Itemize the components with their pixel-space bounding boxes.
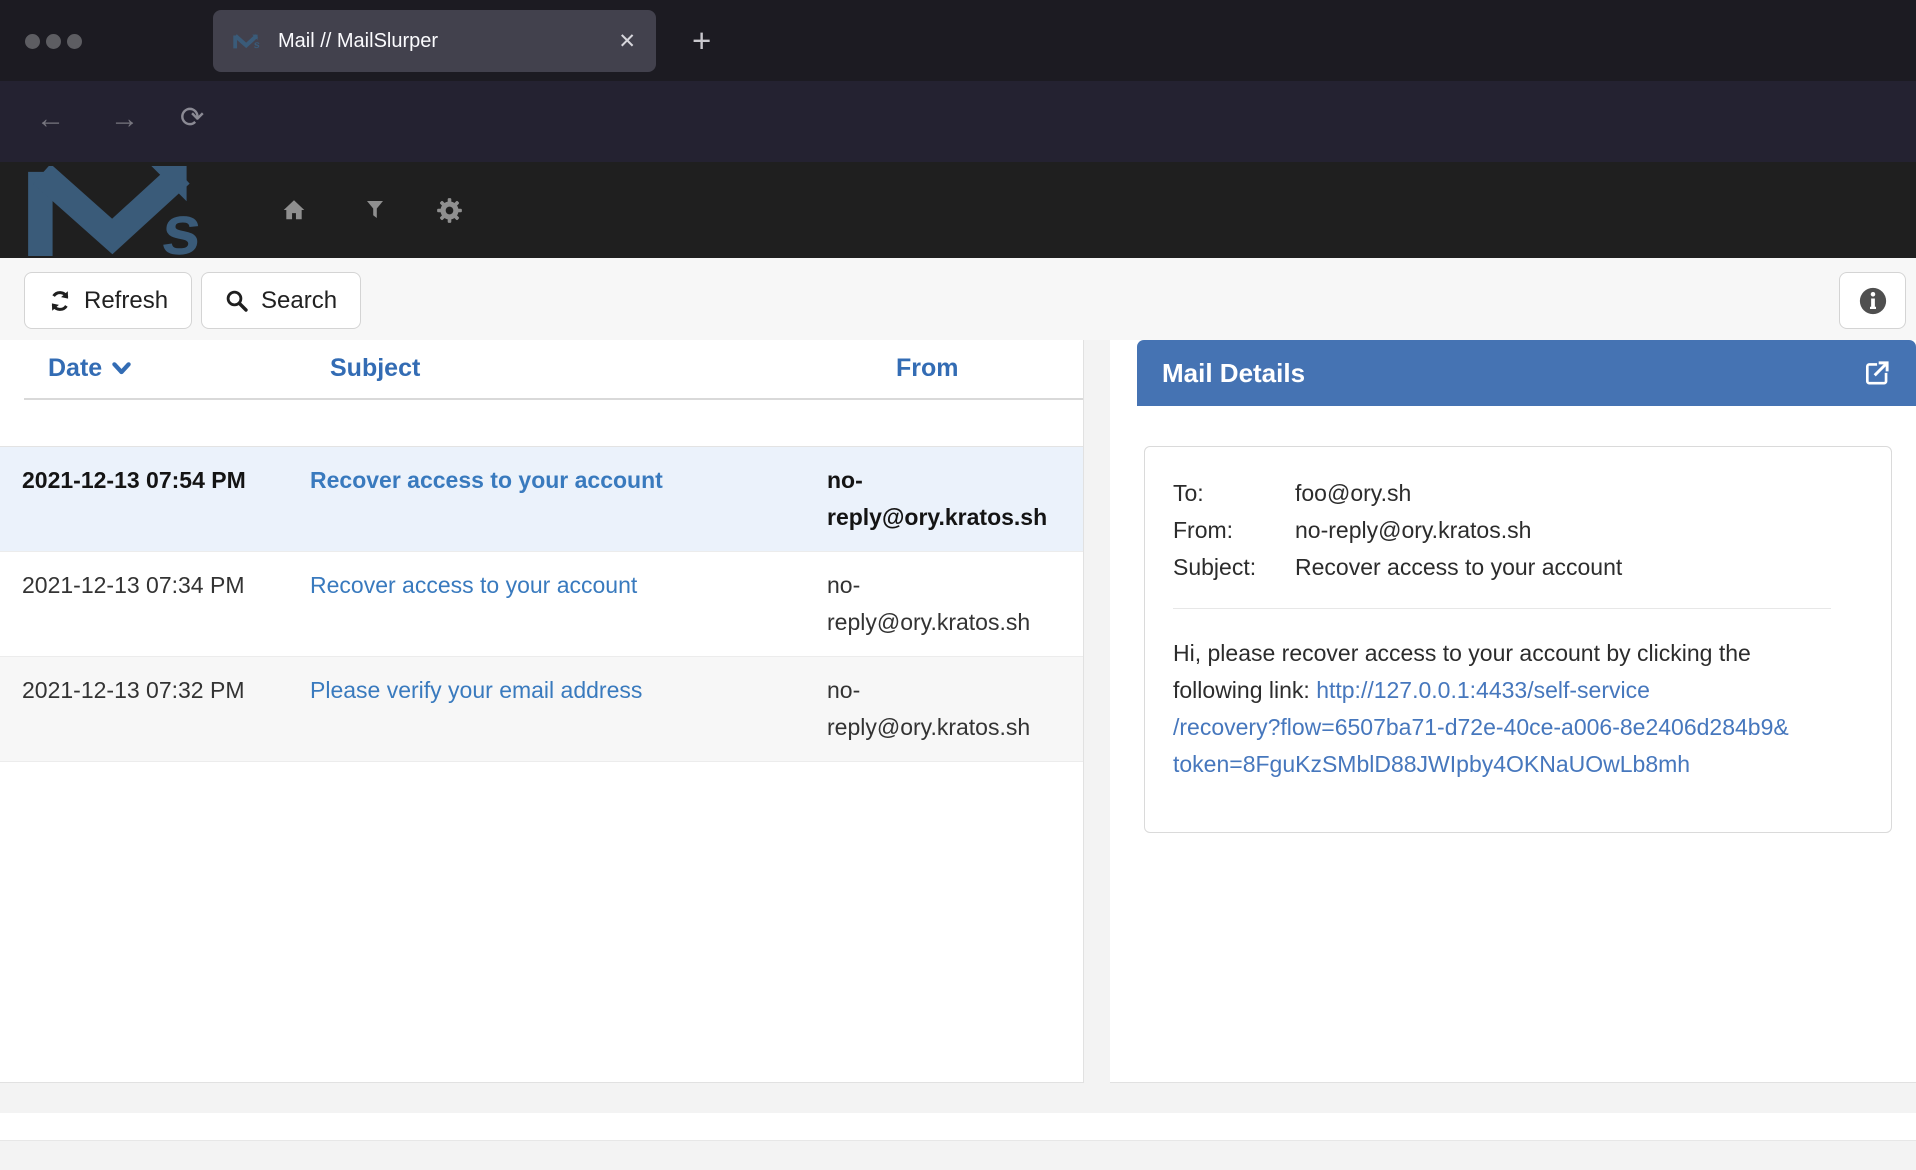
reload-icon[interactable]: ⟳ — [180, 104, 204, 133]
close-tab-icon[interactable]: ✕ — [618, 29, 636, 54]
column-header-date-label: Date — [48, 354, 102, 383]
detail-label: To: — [1173, 475, 1295, 512]
header-divider — [24, 398, 1083, 400]
mail-subject-link[interactable]: Please verify your email address — [310, 672, 827, 746]
mailslurper-logo: s — [24, 166, 224, 256]
refresh-button[interactable]: Refresh — [24, 272, 192, 329]
detail-label: From: — [1173, 512, 1295, 549]
browser-toolbar: ← → ⟳ 127.0.0.1:4436/# 90% ☆ » ☰ — [0, 81, 1916, 162]
mailslurper-favicon-icon: s — [233, 33, 263, 50]
refresh-icon — [48, 289, 72, 313]
mail-from: no-reply@ory.kratos.sh — [827, 567, 1083, 641]
mail-date: 2021-12-13 07:34 PM — [22, 567, 310, 641]
gear-settings-icon[interactable] — [436, 197, 463, 224]
sort-chevron-down-icon — [112, 362, 131, 375]
funnel-filter-icon[interactable] — [363, 197, 387, 223]
app-navbar: s — [0, 162, 1916, 258]
detail-field-subject: Subject: Recover access to your account — [1173, 549, 1831, 586]
column-header-from[interactable]: From — [896, 354, 959, 383]
card-divider — [1173, 608, 1831, 609]
column-header-subject-label: Subject — [330, 354, 420, 383]
mail-rows: 2021-12-13 07:54 PM Recover access to yo… — [0, 446, 1083, 762]
magnifier-search-icon — [225, 289, 249, 313]
mail-from: no-reply@ory.kratos.sh — [827, 672, 1083, 746]
mail-date: 2021-12-13 07:32 PM — [22, 672, 310, 746]
browser-tab-bar: s Mail // MailSlurper ✕ + — [0, 0, 1916, 81]
info-icon — [1858, 286, 1888, 316]
window-control-dot[interactable] — [67, 34, 82, 49]
search-button-label: Search — [261, 287, 337, 315]
window-control-dot[interactable] — [46, 34, 61, 49]
mail-body: Hi, please recover access to your accoun… — [1173, 635, 1831, 783]
detail-field-to: To: foo@ory.sh — [1173, 475, 1831, 512]
search-button[interactable]: Search — [201, 272, 361, 329]
mail-from: no-reply@ory.kratos.sh — [827, 462, 1099, 536]
mail-details-card: To: foo@ory.sh From: no-reply@ory.kratos… — [1144, 446, 1892, 833]
tab-title: Mail // MailSlurper — [278, 30, 438, 53]
detail-value: foo@ory.sh — [1295, 475, 1831, 512]
detail-field-from: From: no-reply@ory.kratos.sh — [1173, 512, 1831, 549]
column-header-subject[interactable]: Subject — [330, 354, 420, 383]
column-header-from-label: From — [896, 354, 959, 383]
svg-text:s: s — [158, 190, 205, 256]
mail-subject-link[interactable]: Recover access to your account — [310, 462, 827, 536]
info-button[interactable] — [1839, 272, 1906, 329]
new-tab-button[interactable]: + — [692, 22, 711, 60]
screen: s Mail // MailSlurper ✕ + ← → ⟳ 127.0.0.… — [0, 0, 1916, 1170]
mail-details-header: Mail Details — [1137, 340, 1916, 406]
mail-details-title: Mail Details — [1162, 358, 1305, 389]
detail-value: no-reply@ory.kratos.sh — [1295, 512, 1831, 549]
home-icon[interactable] — [281, 197, 307, 223]
mail-list-panel: Date Subject From 2021-12-13 07:54 PM Re… — [0, 340, 1084, 1083]
mail-row[interactable]: 2021-12-13 07:34 PM Recover access to yo… — [0, 552, 1083, 657]
forward-icon[interactable]: → — [110, 105, 139, 134]
horizontal-scrollbar-track[interactable] — [0, 1141, 1916, 1170]
bottom-white-band — [0, 1113, 1916, 1140]
column-header-date[interactable]: Date — [48, 354, 131, 383]
window-control-dot[interactable] — [25, 34, 40, 49]
refresh-button-label: Refresh — [84, 287, 168, 315]
mail-date: 2021-12-13 07:54 PM — [22, 462, 310, 536]
app-toolbar: Refresh Search — [0, 258, 1916, 340]
mail-row-selected[interactable]: 2021-12-13 07:54 PM Recover access to yo… — [0, 446, 1083, 552]
mail-subject-link[interactable]: Recover access to your account — [310, 567, 827, 641]
mail-row[interactable]: 2021-12-13 07:32 PM Please verify your e… — [0, 657, 1083, 762]
browser-tab[interactable]: s Mail // MailSlurper ✕ — [213, 10, 656, 72]
detail-value: Recover access to your account — [1295, 549, 1831, 586]
external-link-icon[interactable] — [1862, 359, 1891, 388]
detail-label: Subject: — [1173, 549, 1295, 586]
svg-text:s: s — [253, 39, 260, 50]
back-icon[interactable]: ← — [36, 105, 65, 134]
